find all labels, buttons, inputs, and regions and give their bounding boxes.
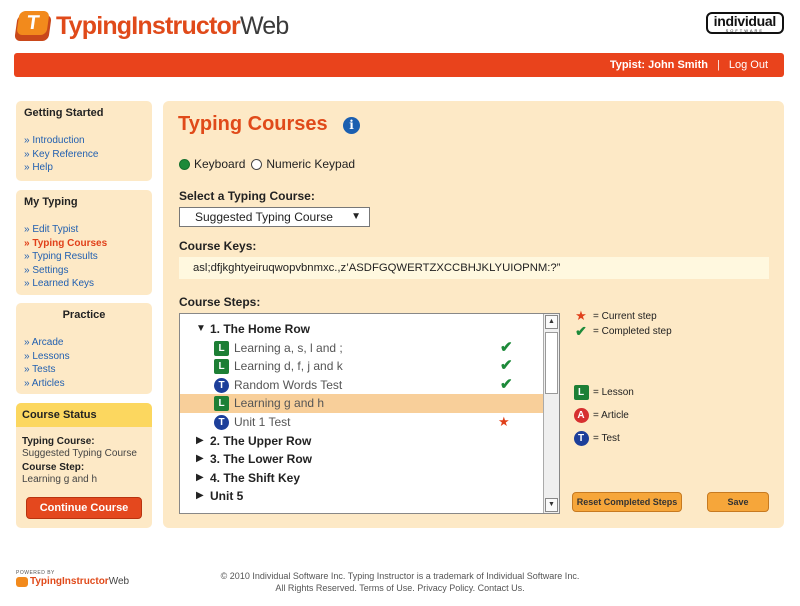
legend-test: T = Test	[573, 431, 620, 446]
section-title: Practice	[62, 309, 106, 321]
scroll-down-arrow-icon[interactable]: ▼	[545, 498, 558, 512]
test-icon: T	[214, 377, 229, 393]
unit-row[interactable]: ▶ 3. The Lower Row	[180, 450, 544, 469]
reset-completed-steps-button[interactable]: Reset Completed Steps	[572, 492, 682, 512]
scrollbar-thumb[interactable]	[545, 332, 558, 394]
radio-keyboard[interactable]	[179, 158, 190, 170]
top-bar: Typist: John Smith | Log Out	[14, 53, 784, 77]
sidebar-my-typing: My Typing » Edit Typist » Typing Courses…	[16, 190, 152, 295]
radio-keyboard-label: Keyboard	[194, 157, 246, 171]
sidebar-link-typing-results[interactable]: » Typing Results	[24, 250, 144, 264]
sidebar-link-lessons[interactable]: » Lessons	[24, 350, 144, 364]
step-row[interactable]: L Learning d, f, j and k ✔	[180, 357, 544, 376]
completed-check-icon: ✔	[500, 375, 513, 393]
check-icon: ✔	[575, 323, 587, 339]
course-status-title: Course Status	[16, 403, 152, 427]
lesson-icon: L	[573, 385, 589, 400]
step-value: Learning g and h	[22, 474, 98, 485]
article-icon: A	[573, 408, 589, 423]
logo-badge-icon: T	[14, 9, 52, 43]
course-keys-value: asl;dfjkghtyeiruqwopvbnmxc.,z’ASDFGQWERT…	[179, 257, 769, 279]
unit-row[interactable]: ▶ Unit 5	[180, 487, 544, 506]
expanded-arrow-icon[interactable]: ▼	[196, 320, 206, 339]
collapsed-arrow-icon[interactable]: ▶	[196, 450, 204, 469]
continue-course-button[interactable]: Continue Course	[26, 497, 142, 519]
collapsed-arrow-icon[interactable]: ▶	[196, 432, 204, 451]
course-steps-label: Course Steps:	[179, 295, 261, 309]
lesson-icon: L	[214, 359, 229, 375]
completed-check-icon: ✔	[500, 357, 513, 375]
course-status-panel: Course Status Typing Course: Suggested T…	[16, 403, 152, 528]
sidebar-getting-started: Getting Started » Introduction » Key Ref…	[16, 101, 152, 181]
select-course-label: Select a Typing Course:	[179, 189, 315, 203]
sidebar-practice: Practice » Arcade » Lessons » Tests » Ar…	[16, 303, 152, 394]
legend-lesson: L = Lesson	[573, 385, 634, 400]
course-select-value: Suggested Typing Course	[195, 210, 333, 224]
legend-article: A = Article	[573, 408, 629, 423]
step-label: Course Step:	[22, 462, 85, 473]
course-value: Suggested Typing Course	[22, 448, 137, 459]
test-icon: T	[573, 431, 589, 446]
unit-row[interactable]: ▶ 4. The Shift Key	[180, 469, 544, 488]
sidebar-link-typing-courses[interactable]: » Typing Courses	[24, 237, 144, 251]
typist-name: Typist: John Smith	[609, 59, 708, 71]
course-keys-label: Course Keys:	[179, 239, 257, 253]
radio-numeric-keypad-label: Numeric Keypad	[266, 157, 356, 171]
dropdown-arrow-icon: ▼	[351, 211, 361, 222]
sidebar-link-help[interactable]: » Help	[24, 161, 144, 175]
section-title: Getting Started	[24, 107, 104, 119]
legend-current: ★ = Current step	[573, 308, 656, 324]
step-row[interactable]: T Random Words Test ✔	[180, 376, 544, 395]
input-mode-radios: Keyboard Numeric Keypad	[179, 157, 361, 171]
sidebar-link-edit-typist[interactable]: » Edit Typist	[24, 223, 144, 237]
info-icon[interactable]: i	[343, 117, 360, 134]
collapsed-arrow-icon[interactable]: ▶	[196, 487, 204, 506]
sidebar-link-tests[interactable]: » Tests	[24, 363, 144, 377]
footer-logo: POWERED BY TypingInstructor Web	[16, 570, 130, 587]
collapsed-arrow-icon[interactable]: ▶	[196, 469, 204, 488]
logout-link[interactable]: Log Out	[729, 59, 768, 71]
step-row[interactable]: L Learning a, s, l and ; ✔	[180, 339, 544, 358]
logo-badge-icon	[16, 576, 28, 587]
completed-check-icon: ✔	[500, 338, 513, 356]
section-title: My Typing	[24, 196, 78, 208]
course-steps-list: ▼ 1. The Home Row L Learning a, s, l and…	[179, 313, 560, 514]
app-logo: T TypingInstructorWeb	[14, 6, 289, 46]
unit-row[interactable]: ▶ 2. The Upper Row	[180, 432, 544, 451]
sidebar-link-settings[interactable]: » Settings	[24, 264, 144, 278]
current-step-star-icon: ★	[498, 414, 510, 429]
save-button[interactable]: Save	[707, 492, 769, 512]
main-panel: Typing Courses i Keyboard Numeric Keypad…	[163, 101, 784, 528]
sidebar-link-key-reference[interactable]: » Key Reference	[24, 148, 144, 162]
scroll-up-arrow-icon[interactable]: ▲	[545, 315, 558, 329]
unit-row[interactable]: ▼ 1. The Home Row	[180, 320, 544, 339]
sidebar-link-introduction[interactable]: » Introduction	[24, 134, 144, 148]
sidebar-link-learned-keys[interactable]: » Learned Keys	[24, 277, 144, 291]
page-title: Typing Courses	[178, 113, 328, 135]
sidebar-link-arcade[interactable]: » Arcade	[24, 336, 144, 350]
separator: |	[717, 59, 720, 71]
lesson-icon: L	[214, 340, 229, 356]
star-icon: ★	[575, 308, 587, 323]
course-select[interactable]: Suggested Typing Course ▼	[179, 207, 370, 227]
steps-scrollbar[interactable]: ▲ ▼	[543, 314, 559, 513]
course-label: Typing Course:	[22, 436, 95, 447]
test-icon: T	[214, 415, 229, 430]
copyright-text: © 2010 Individual Software Inc. Typing I…	[220, 571, 580, 593]
logo-text: TypingInstructorWeb	[56, 11, 289, 40]
step-row-selected[interactable]: L Learning g and h	[180, 394, 544, 413]
radio-numeric-keypad[interactable]	[251, 158, 263, 170]
brand-logo: individual SOFTWARE	[705, 12, 784, 34]
lesson-icon: L	[214, 396, 229, 412]
step-row[interactable]: T Unit 1 Test ★	[180, 413, 544, 432]
legend-completed: ✔ = Completed step	[573, 323, 672, 340]
sidebar-link-articles[interactable]: » Articles	[24, 377, 144, 391]
